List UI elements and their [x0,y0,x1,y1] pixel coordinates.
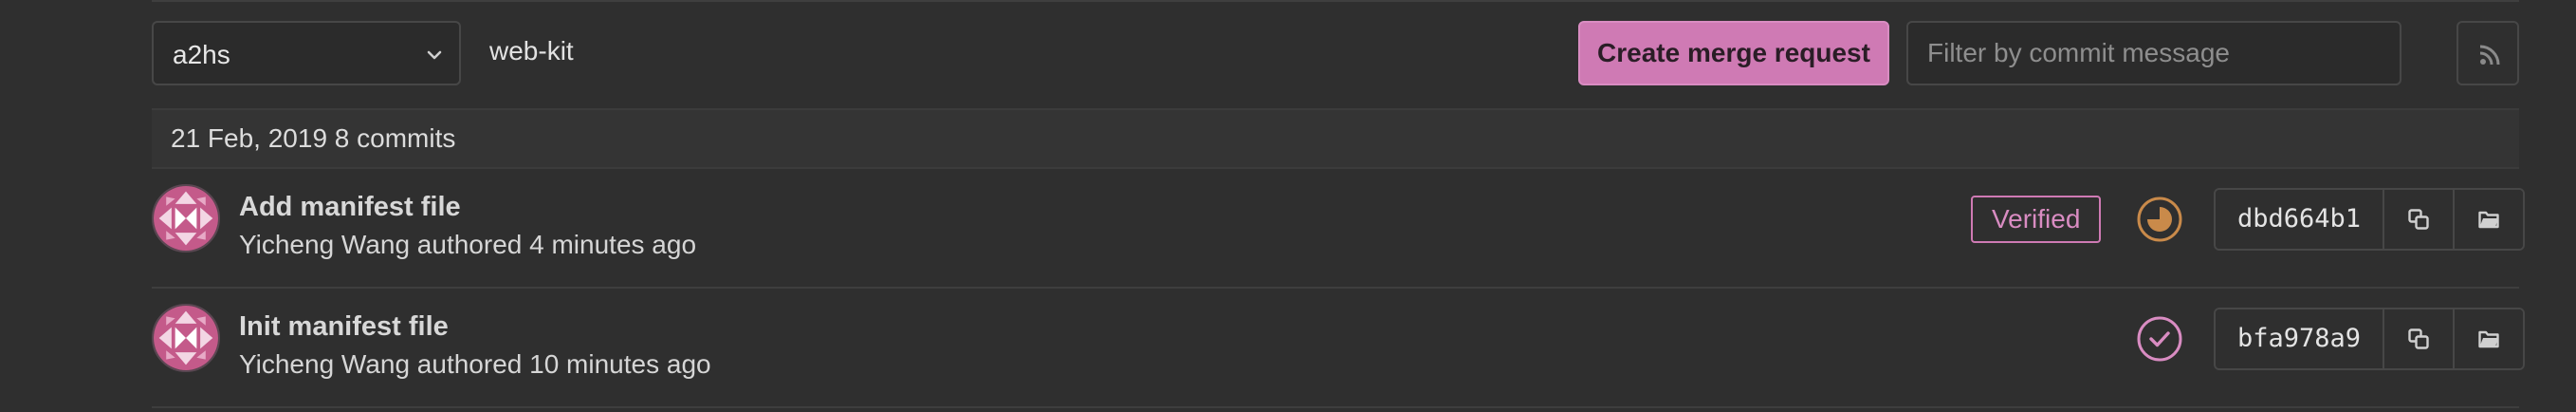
commit-row: Init manifest file Yicheng Wang authored… [152,287,2525,408]
commit-row: Add manifest file Yicheng Wang authored … [152,167,2525,289]
top-divider [152,0,2519,2]
verified-badge[interactable]: Verified [1971,196,2102,243]
copy-sha-button[interactable] [2384,190,2453,249]
browse-files-button[interactable] [2453,190,2523,249]
commits-toolbar: a2hs web-kit Create merge request [152,21,2519,87]
copy-icon [2408,328,2429,349]
commit-title[interactable]: Add manifest file [239,192,461,223]
branch-select[interactable]: a2hs [152,21,461,85]
commit-sha-group: bfa978a9 [2214,308,2525,370]
pipeline-running-icon[interactable] [2136,196,2183,243]
browse-files-button[interactable] [2453,309,2523,368]
avatar[interactable] [152,184,220,253]
commits-page: a2hs web-kit Create merge request 21 Feb… [0,0,2576,412]
folder-icon [2478,211,2499,229]
filter-commit-input[interactable] [1906,21,2401,85]
rss-feed-button[interactable] [2456,21,2519,85]
copy-sha-button[interactable] [2384,309,2453,368]
commit-sha-group: dbd664b1 [2214,188,2525,251]
folder-icon [2478,330,2499,348]
create-merge-request-button[interactable]: Create merge request [1578,21,1889,85]
repository-path: web-kit [489,36,574,66]
pipeline-passed-icon[interactable] [2136,315,2183,363]
commit-sha[interactable]: bfa978a9 [2216,309,2384,368]
copy-icon [2408,209,2429,230]
commit-day-label: 21 Feb, 2019 8 commits [171,123,456,153]
chevron-down-icon [427,50,442,60]
commit-author-meta: Yicheng Wang authored 4 minutes ago [239,230,697,259]
commit-day-header: 21 Feb, 2019 8 commits [152,108,2519,169]
branch-select-value: a2hs [173,40,230,69]
rss-icon [2479,45,2500,66]
commit-title[interactable]: Init manifest file [239,311,449,343]
avatar[interactable] [152,304,220,372]
commit-author-meta: Yicheng Wang authored 10 minutes ago [239,349,711,379]
commit-sha[interactable]: dbd664b1 [2216,190,2384,249]
